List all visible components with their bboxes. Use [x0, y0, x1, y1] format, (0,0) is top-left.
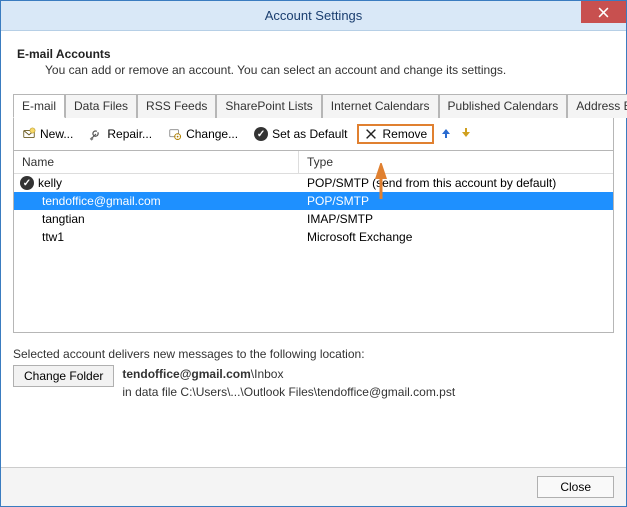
account-name: ttw1: [42, 230, 64, 244]
list-header: Name Type: [14, 151, 613, 174]
tab-rss-feeds[interactable]: RSS Feeds: [137, 94, 216, 118]
close-icon: [598, 7, 609, 18]
delivery-location-main: tendoffice@gmail.com: [122, 367, 250, 381]
window-close-button[interactable]: [581, 1, 626, 23]
delivery-location-sub: \Inbox: [251, 367, 284, 381]
titlebar: Account Settings: [1, 1, 626, 31]
account-name: kelly: [38, 176, 62, 190]
section-heading: E-mail Accounts: [17, 47, 614, 61]
accounts-list: Name Type ✓ kelly POP/SMTP (send from this…: [13, 151, 614, 333]
tab-internet-calendars[interactable]: Internet Calendars: [322, 94, 439, 118]
delivery-section: Selected account delivers new messages t…: [13, 347, 614, 401]
new-icon: [22, 127, 36, 141]
column-name[interactable]: Name: [14, 151, 299, 173]
new-button[interactable]: New...: [16, 125, 79, 143]
delivery-label: Selected account delivers new messages t…: [13, 347, 614, 361]
account-type: POP/SMTP: [299, 194, 613, 208]
set-default-label: Set as Default: [272, 127, 347, 141]
delivery-datafile: in data file C:\Users\...\Outlook Files\…: [122, 383, 455, 401]
change-icon: [168, 127, 182, 141]
remove-button[interactable]: Remove: [357, 124, 434, 144]
move-up-button[interactable]: [438, 127, 454, 142]
close-button[interactable]: Close: [537, 476, 614, 498]
arrow-down-icon: [460, 127, 472, 139]
account-type: POP/SMTP (send from this account by defa…: [299, 176, 613, 190]
list-rows: ✓ kelly POP/SMTP (send from this account b…: [14, 174, 613, 246]
new-label: New...: [40, 127, 73, 141]
window-title: Account Settings: [265, 8, 363, 23]
column-type[interactable]: Type: [299, 151, 613, 173]
account-row[interactable]: tendoffice@gmail.com POP/SMTP: [14, 192, 613, 210]
change-button[interactable]: Change...: [162, 125, 244, 143]
tab-sharepoint-lists[interactable]: SharePoint Lists: [216, 94, 321, 118]
account-name: tangtian: [42, 212, 85, 226]
toolbar: New... Repair... Change... ✓: [13, 118, 614, 151]
tab-published-calendars[interactable]: Published Calendars: [439, 94, 568, 118]
account-row[interactable]: tangtian IMAP/SMTP: [14, 210, 613, 228]
delivery-text: tendoffice@gmail.com\Inbox in data file …: [122, 365, 455, 401]
tabstrip: E-mail Data Files RSS Feeds SharePoint L…: [13, 93, 614, 118]
remove-icon: [364, 127, 378, 141]
move-down-button[interactable]: [458, 127, 474, 142]
section-subheading: You can add or remove an account. You ca…: [45, 63, 614, 77]
tab-data-files[interactable]: Data Files: [65, 94, 137, 118]
set-default-button[interactable]: ✓ Set as Default: [248, 125, 353, 143]
account-type: IMAP/SMTP: [299, 212, 613, 226]
default-check-icon: ✓: [20, 176, 34, 190]
arrow-up-icon: [440, 127, 452, 139]
dialog-footer: Close: [1, 467, 626, 506]
tab-email[interactable]: E-mail: [13, 94, 65, 118]
tab-address-books[interactable]: Address Books: [567, 94, 627, 118]
account-settings-dialog: Account Settings E-mail Accounts You can…: [0, 0, 627, 507]
repair-icon: [89, 127, 103, 141]
check-circle-icon: ✓: [254, 127, 268, 141]
change-folder-button[interactable]: Change Folder: [13, 365, 114, 387]
repair-button[interactable]: Repair...: [83, 125, 158, 143]
repair-label: Repair...: [107, 127, 152, 141]
dialog-body: E-mail Accounts You can add or remove an…: [1, 31, 626, 467]
account-row[interactable]: ✓ kelly POP/SMTP (send from this account b…: [14, 174, 613, 192]
remove-label: Remove: [382, 127, 427, 141]
change-label: Change...: [186, 127, 238, 141]
account-row[interactable]: ttw1 Microsoft Exchange: [14, 228, 613, 246]
account-name: tendoffice@gmail.com: [42, 194, 161, 208]
account-type: Microsoft Exchange: [299, 230, 613, 244]
